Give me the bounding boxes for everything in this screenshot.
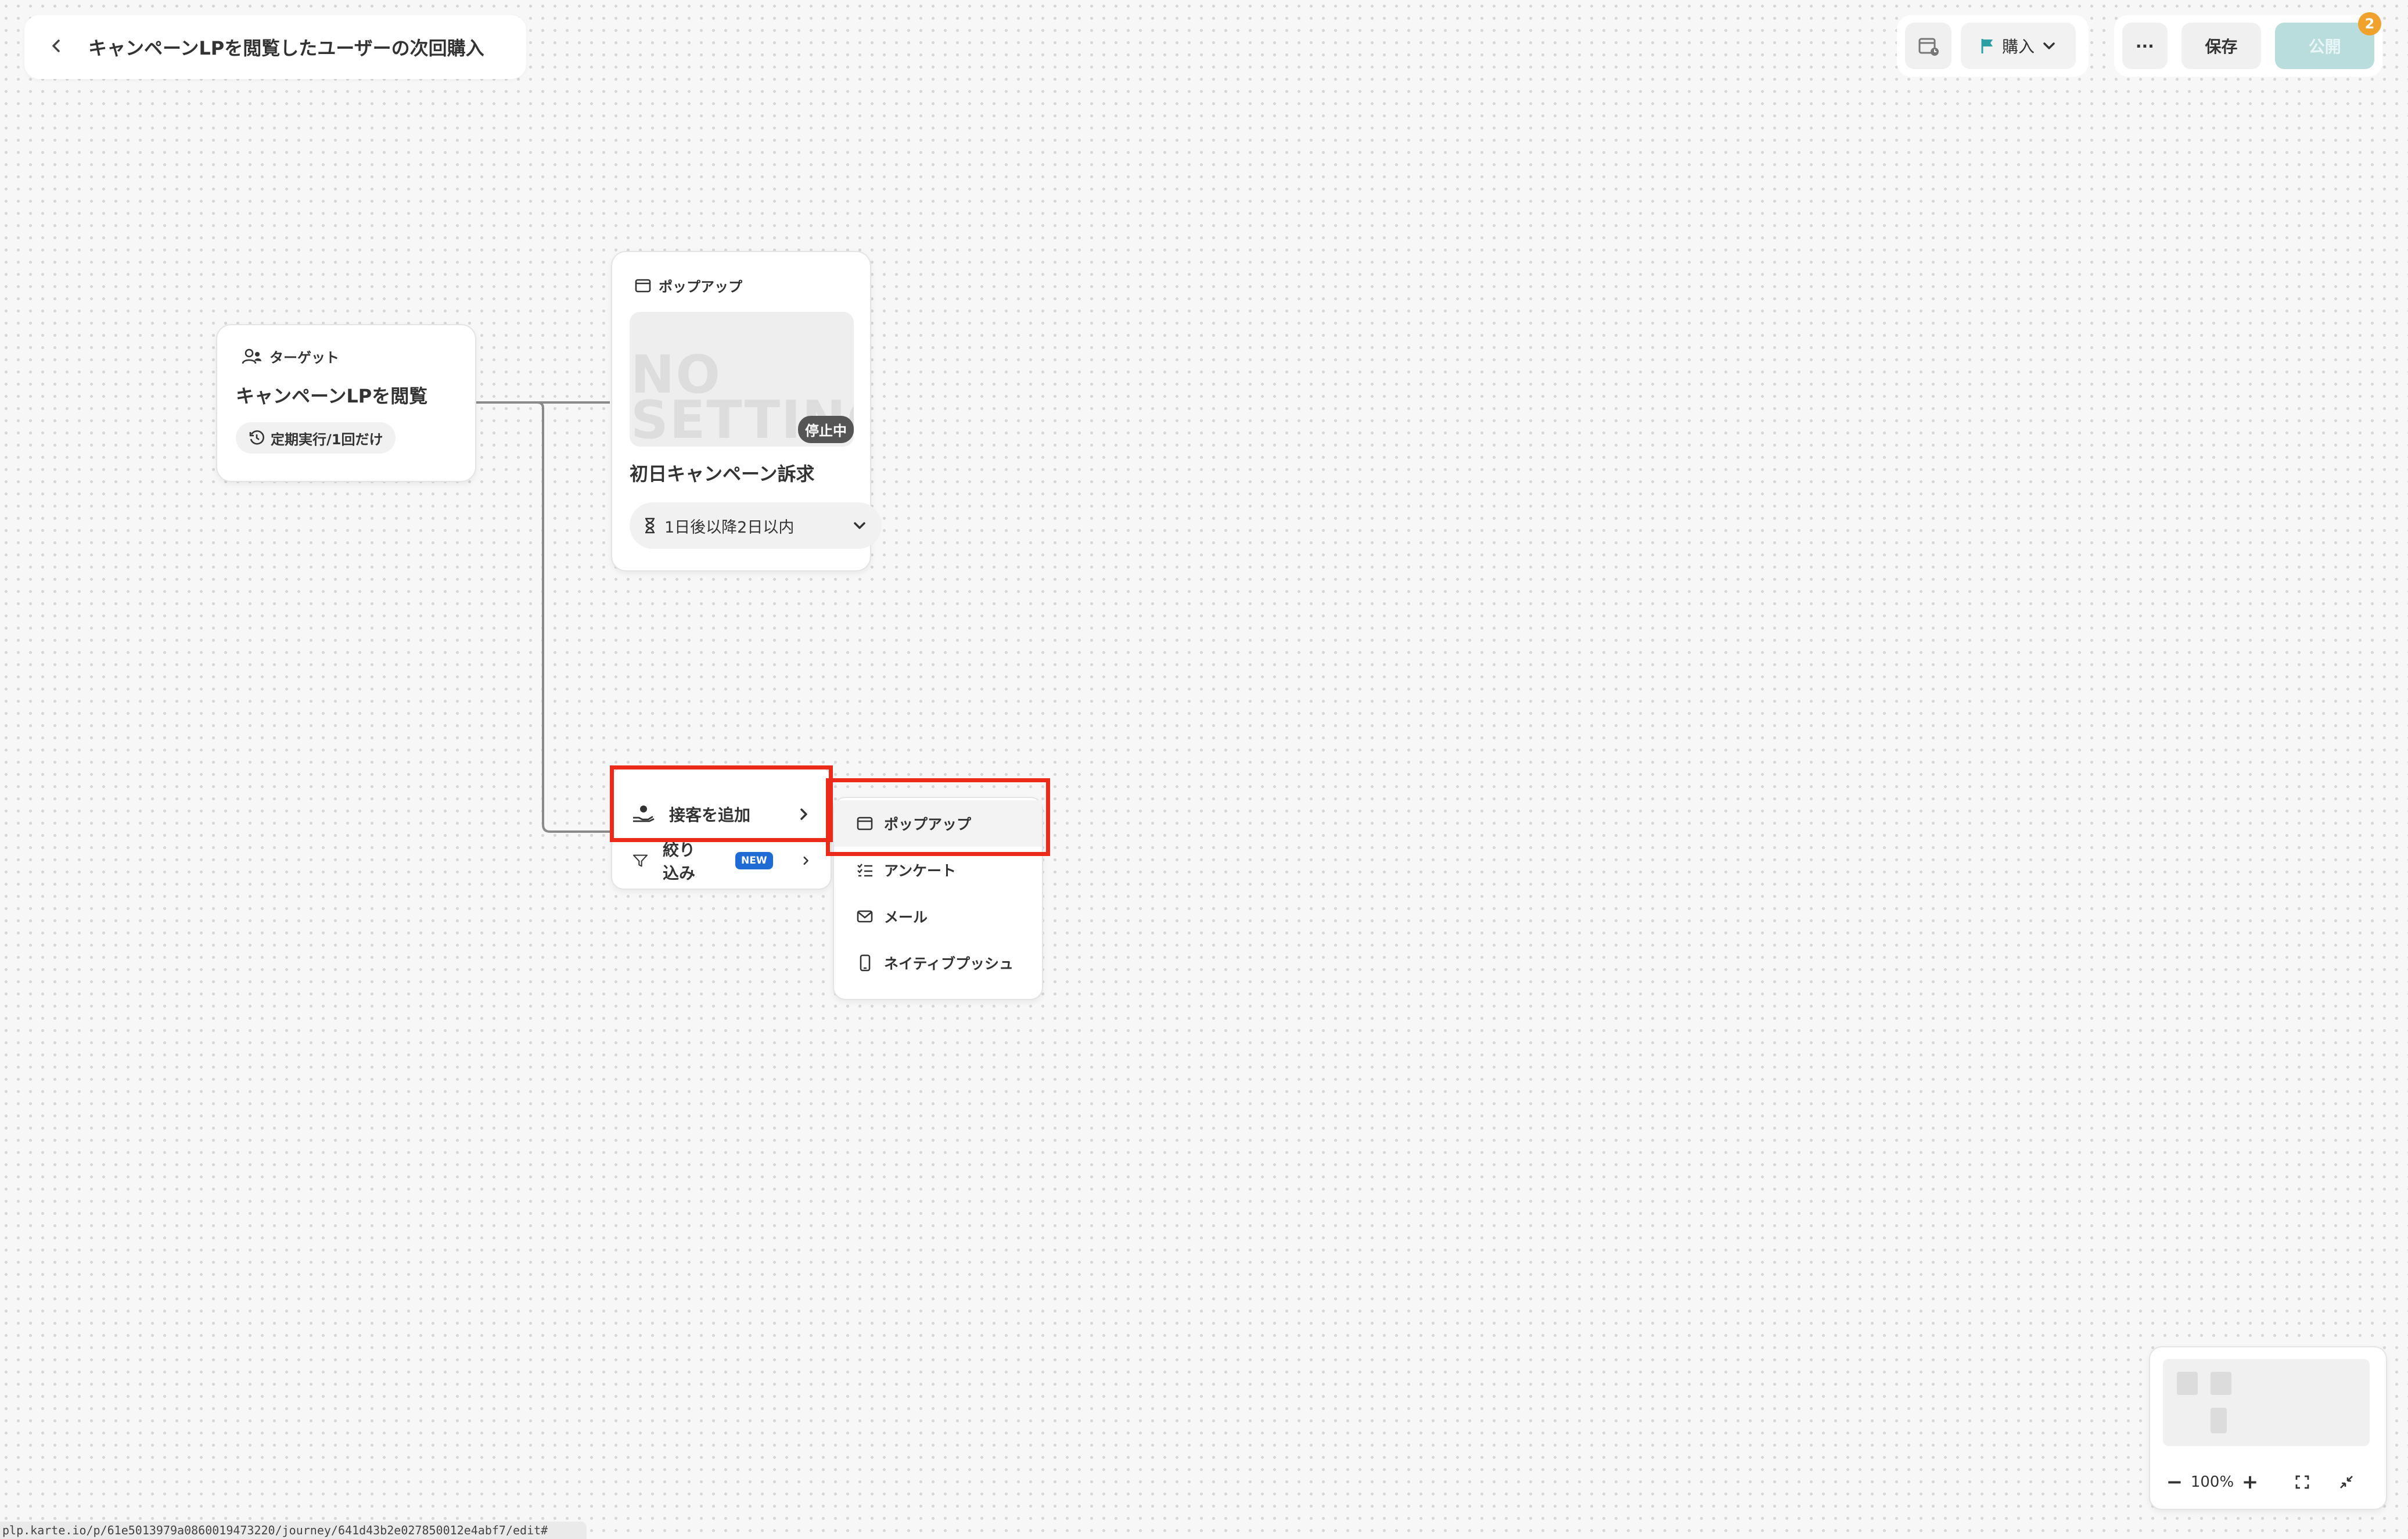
highlight-add-action — [610, 765, 833, 842]
mail-icon — [857, 910, 873, 923]
zoom-controls: − 100% + — [2163, 1465, 2378, 1500]
submenu-item-mail[interactable]: メール — [834, 893, 1042, 940]
chevron-down-icon — [2043, 42, 2055, 49]
top-toolbar-left-group: 購入 — [1897, 15, 2089, 77]
collapse-arrows-icon — [2340, 1476, 2353, 1488]
minimap[interactable] — [2163, 1359, 2370, 1446]
wait-condition-select[interactable]: 1日後以降2日以内 — [630, 502, 882, 549]
collapse-button[interactable] — [2329, 1474, 2364, 1490]
journey-title[interactable]: キャンペーンLPを閲覧したユーザーの次回購入 — [88, 34, 484, 60]
notification-badge: 2 — [2358, 12, 2381, 35]
phone-icon — [860, 954, 871, 972]
popup-node[interactable]: ポップアップ NO SETTING 停止中 初日キャンペーン訴求 1日後以降2日… — [611, 251, 882, 571]
status-badge: 停止中 — [798, 416, 854, 443]
schedule-chip: 定期実行/1回だけ — [236, 422, 396, 454]
minimap-panel: − 100% + — [2149, 1346, 2387, 1510]
filter-label: 絞り込み — [662, 840, 695, 883]
submenu-item-native-push[interactable]: ネイティブプッシュ — [834, 940, 1042, 986]
zoom-level: 100% — [2190, 1473, 2234, 1491]
status-url-bar: plp.karte.io/p/61e5013979a0860019473220/… — [0, 1522, 587, 1539]
target-node[interactable]: ターゲット キャンペーンLPを閲覧 定期実行/1回だけ — [216, 324, 476, 482]
chevron-down-icon — [854, 522, 865, 529]
submenu-native-push-label: ネイティブプッシュ — [884, 955, 1014, 972]
users-icon — [242, 348, 261, 364]
top-toolbar-right-group: ··· 保存 公開 2 — [2114, 12, 2382, 77]
popup-thumbnail: NO SETTING 停止中 — [630, 312, 854, 447]
zoom-out-button[interactable]: − — [2163, 1470, 2186, 1494]
popup-type-label: ポップアップ — [659, 279, 742, 295]
chevron-right-icon — [803, 856, 808, 865]
history-icon — [249, 430, 264, 445]
save-button[interactable]: 保存 — [2181, 23, 2262, 69]
filter-icon — [632, 854, 648, 867]
fit-view-button[interactable] — [2285, 1474, 2320, 1490]
back-icon[interactable] — [48, 34, 88, 60]
fullscreen-icon — [2295, 1475, 2309, 1489]
zoom-in-button[interactable]: + — [2238, 1470, 2262, 1494]
flow-connectors — [476, 401, 610, 833]
journey-title-bar: キャンペーンLPを閲覧したユーザーの次回購入 — [24, 15, 526, 79]
more-button[interactable]: ··· — [2122, 23, 2168, 69]
schedule-label: 定期実行/1回だけ — [271, 431, 383, 448]
calendar-button[interactable] — [1905, 23, 1951, 69]
target-title: キャンペーンLPを閲覧 — [236, 385, 428, 407]
submenu-mail-label: メール — [884, 909, 928, 926]
checklist-icon — [857, 864, 872, 877]
target-type-label: ターゲット — [269, 350, 339, 366]
new-badge: NEW — [735, 852, 773, 869]
window-icon — [635, 279, 651, 292]
highlight-submenu-popup — [826, 778, 1050, 856]
flag-icon — [1981, 39, 1993, 53]
goal-select[interactable]: 購入 — [1961, 23, 2076, 69]
goal-label: 購入 — [2001, 37, 2035, 56]
calendar-icon — [1918, 38, 1939, 56]
wait-label: 1日後以降2日以内 — [664, 518, 795, 537]
filter-item[interactable]: 絞り込み NEW — [612, 837, 831, 884]
hourglass-icon — [645, 517, 655, 534]
publish-button[interactable]: 公開 2 — [2275, 12, 2381, 69]
popup-title: 初日キャンペーン訴求 — [630, 463, 815, 485]
submenu-survey-label: アンケート — [884, 862, 957, 879]
publish-label: 公開 — [2308, 37, 2341, 56]
